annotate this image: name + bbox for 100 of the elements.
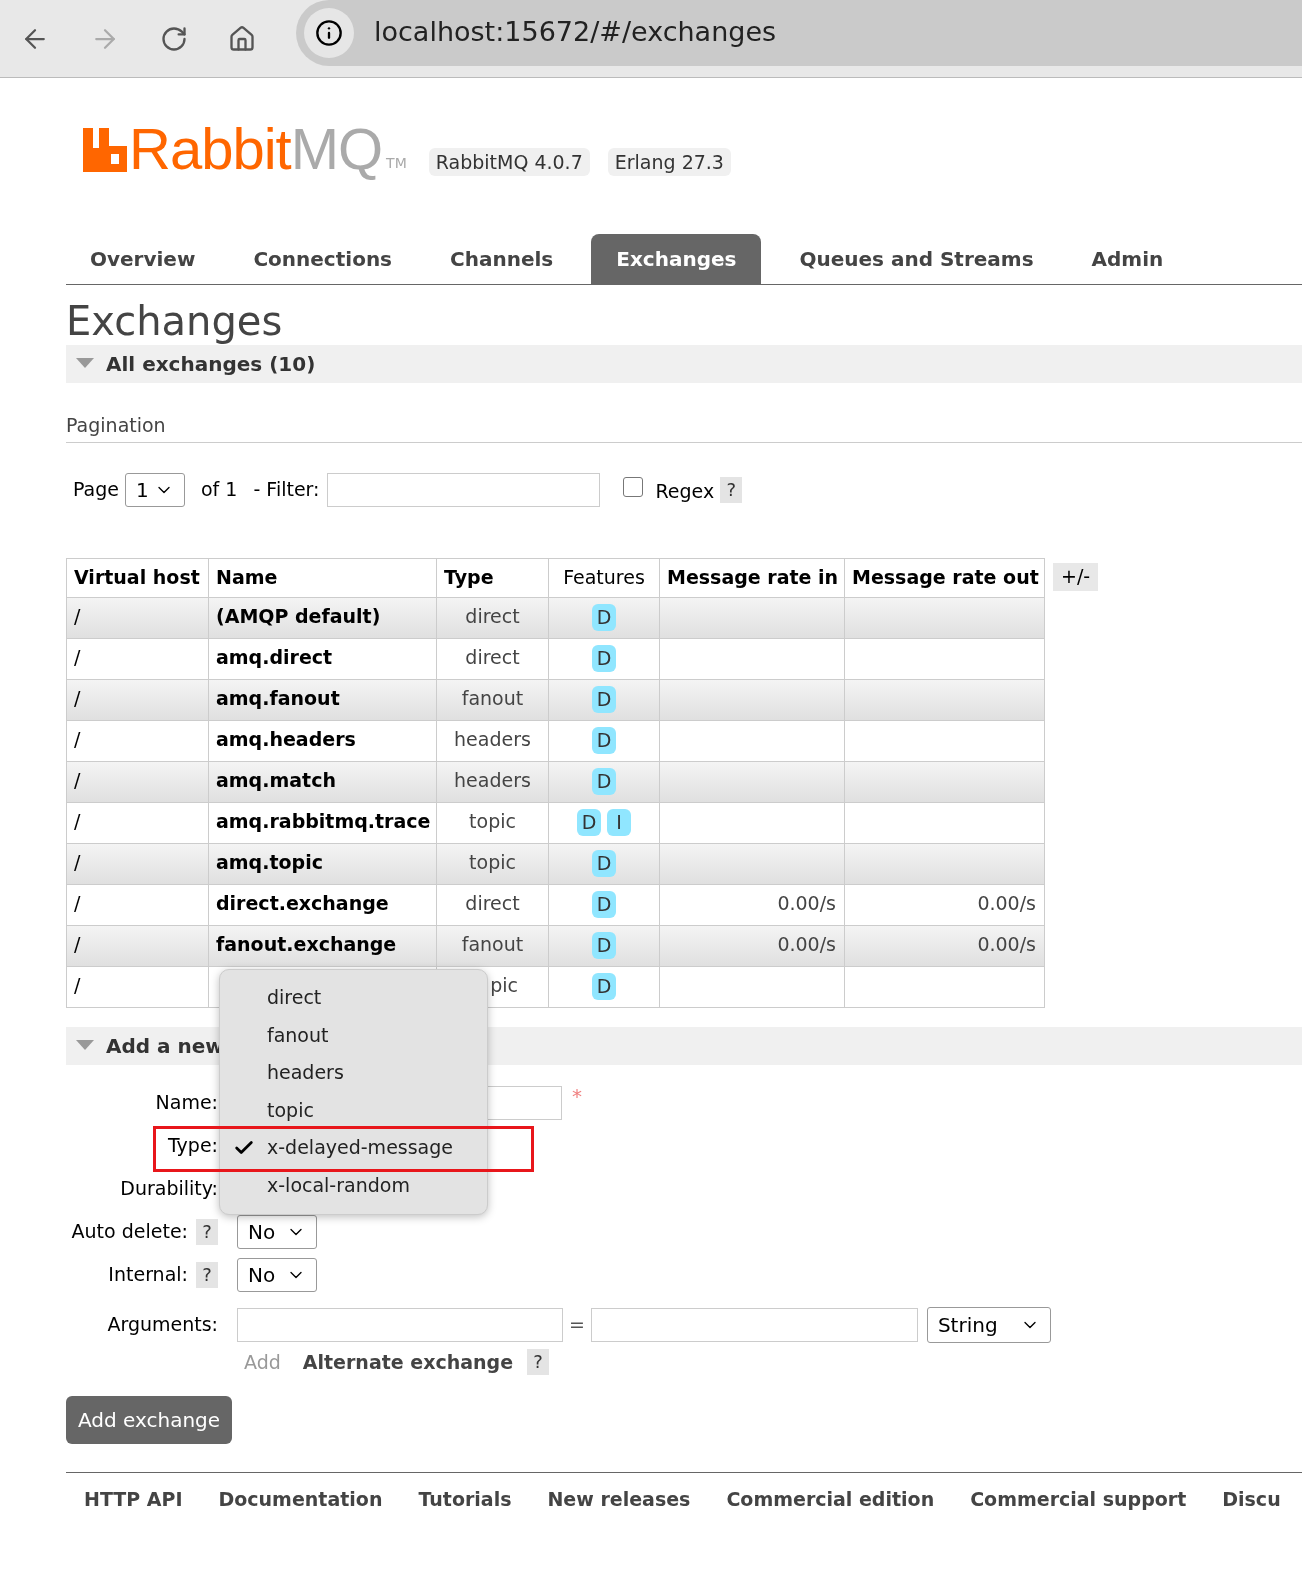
column-header: Message rate in — [659, 558, 844, 597]
logo-icon — [83, 128, 127, 172]
table-cell-text: / — [73, 726, 82, 752]
feature-badge: D — [592, 644, 616, 672]
feature-badge: D — [592, 931, 616, 959]
feature-badge: D — [592, 890, 616, 918]
alternate-exchange-link[interactable]: Alternate exchange — [302, 1347, 514, 1376]
pagination-heading: Pagination — [66, 411, 1302, 443]
option-select[interactable]: No — [237, 1214, 317, 1249]
dropdown-option[interactable]: x-delayed-message — [220, 1128, 487, 1167]
nav-tab[interactable]: Exchanges — [591, 234, 762, 284]
column-header: Type — [436, 558, 548, 597]
table-cell-text: / — [73, 767, 82, 793]
table-cell: pic — [490, 973, 518, 996]
column-header: Name — [208, 558, 436, 597]
nav-tab[interactable]: Connections — [233, 234, 413, 284]
form-label: Auto delete: — [71, 1219, 188, 1245]
table-cell: fanout — [461, 686, 524, 709]
argument-key-field[interactable] — [237, 1307, 563, 1342]
table-cell: direct — [465, 645, 520, 668]
table-cell: direct — [465, 604, 520, 627]
nav-tab[interactable]: Channels — [430, 234, 574, 284]
footer-link[interactable]: Documentation — [218, 1485, 383, 1514]
version-badge: RabbitMQ 4.0.7 — [428, 148, 590, 176]
value-type-select[interactable]: String — [926, 1306, 1051, 1343]
option-select[interactable]: No — [237, 1257, 317, 1292]
form-label: Type: — [166, 1133, 218, 1159]
footer-link[interactable]: Commercial edition — [726, 1485, 935, 1514]
table-cell-text: / — [73, 890, 82, 916]
table-cell: (AMQP default) — [216, 604, 381, 627]
form-label: Arguments: — [106, 1312, 218, 1338]
form-label: Durability: — [119, 1176, 218, 1202]
address-bar[interactable]: localhost:15672/#/exchanges — [296, 0, 1302, 66]
feature-badge: D — [577, 808, 601, 836]
table-cell: topic — [469, 809, 516, 832]
home-icon[interactable] — [228, 24, 256, 53]
trademark-text: TM — [386, 154, 407, 173]
reload-icon[interactable] — [160, 24, 188, 53]
feature-badge: D — [592, 603, 616, 631]
table-cell: direct — [465, 891, 520, 914]
table-cell-text: / — [73, 972, 82, 998]
footer-link[interactable]: Tutorials — [418, 1485, 512, 1514]
table-cell: 0.00/s — [977, 891, 1036, 914]
page-select[interactable]: 1 — [125, 472, 185, 507]
feature-badge: D — [592, 849, 616, 877]
table-cell: fanout.exchange — [216, 932, 397, 955]
footer-link[interactable]: HTTP API — [84, 1485, 183, 1514]
table-cell: amq.rabbitmq.trace — [216, 809, 431, 832]
footer-link[interactable]: Discu — [1222, 1485, 1281, 1514]
logo-text: RabbitMQ — [129, 120, 383, 178]
dropdown-option[interactable]: topic — [220, 1091, 487, 1129]
regex-checkbox[interactable] — [623, 476, 644, 497]
form-label: Name: — [154, 1090, 218, 1116]
table-cell: fanout — [461, 932, 524, 955]
table-cell-text: / — [73, 849, 82, 875]
add-exchange-button[interactable]: Add exchange — [66, 1396, 233, 1444]
url-text: localhost:15672/#/exchanges — [374, 15, 777, 50]
help-button[interactable]: ? — [196, 1261, 218, 1288]
argument-value-field[interactable] — [590, 1307, 918, 1342]
page-label: Page — [73, 477, 119, 503]
table-cell: topic — [469, 850, 516, 873]
feature-badge: D — [592, 972, 616, 1000]
footer-link[interactable]: New releases — [547, 1485, 691, 1514]
table-cell: amq.fanout — [216, 686, 340, 709]
filter-label: - Filter: — [253, 477, 320, 503]
help-button[interactable]: ? — [720, 476, 743, 503]
table-cell: amq.direct — [216, 645, 333, 668]
feature-badge: D — [592, 767, 616, 795]
table-cell: headers — [454, 727, 531, 750]
footer-link[interactable]: Commercial support — [970, 1485, 1187, 1514]
feature-badge: I — [607, 808, 631, 836]
filter-field[interactable] — [327, 472, 601, 507]
equals-sign: = — [569, 1312, 585, 1338]
dropdown-option[interactable]: direct — [220, 978, 487, 1017]
form-label: Internal: — [108, 1262, 188, 1288]
section-header[interactable]: All exchanges (10) — [66, 345, 1302, 383]
nav-tab[interactable]: Admin — [1071, 234, 1184, 284]
table-cell-text: / — [73, 603, 82, 629]
regex-label: Regex — [655, 479, 715, 505]
nav-tab[interactable]: Queues and Streams — [779, 234, 1054, 284]
column-header: Message rate out — [844, 558, 1044, 597]
help-button[interactable]: ? — [196, 1218, 218, 1245]
info-icon[interactable] — [315, 18, 343, 47]
help-button[interactable]: ? — [527, 1348, 550, 1375]
table-cell: headers — [454, 768, 531, 791]
table-cell: amq.topic — [216, 850, 323, 873]
column-toggle[interactable]: +/- — [1053, 562, 1099, 591]
page-title: Exchanges — [66, 297, 284, 345]
table-cell: 0.00/s — [977, 932, 1036, 955]
table-cell-text: / — [73, 808, 82, 834]
table-cell: direct.exchange — [216, 891, 389, 914]
feature-badge: D — [592, 726, 616, 754]
table-cell: amq.headers — [216, 727, 356, 750]
table-cell: 0.00/s — [777, 891, 836, 914]
required-mark: * — [572, 1082, 582, 1110]
nav-tab[interactable]: Overview — [70, 234, 216, 284]
feature-badge: D — [592, 685, 616, 713]
table-cell: amq.match — [216, 768, 336, 791]
dropdown-option[interactable]: x-local-random — [220, 1166, 487, 1205]
table-cell: 0.00/s — [777, 932, 836, 955]
